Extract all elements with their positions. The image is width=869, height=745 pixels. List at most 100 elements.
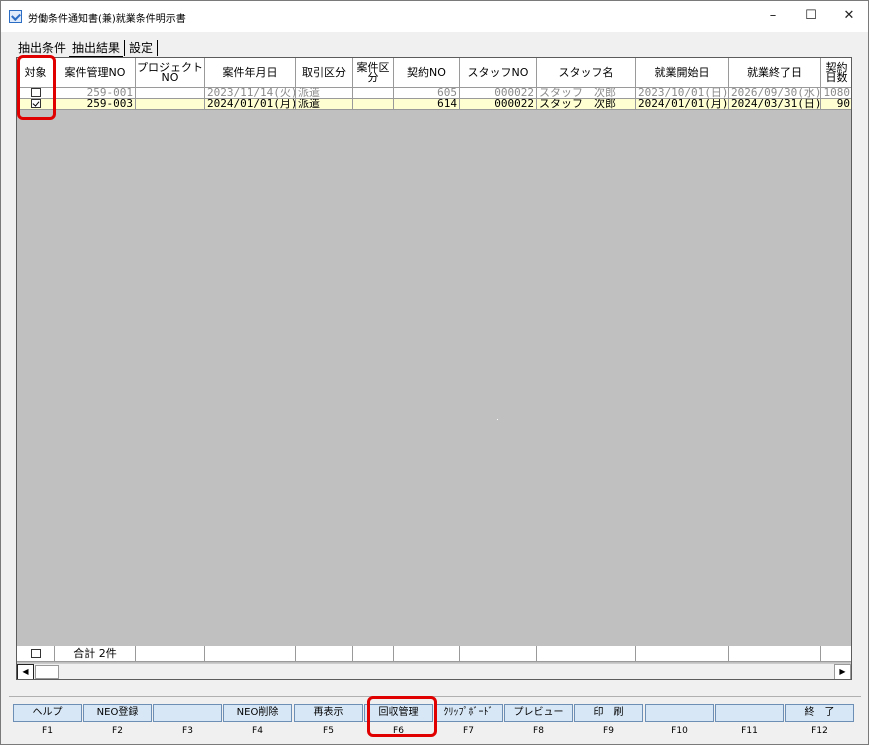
help-button[interactable]: ヘルプ (13, 704, 82, 722)
f10-button[interactable] (645, 704, 714, 722)
fkey-label: F12 (811, 726, 828, 736)
grid-header-row: 対象 案件管理NO プロジェクトNO 案件年月日 取引区分 案件区分 契約NO … (17, 58, 851, 88)
close-button[interactable]: ✕ (829, 1, 869, 31)
column-header-end-date[interactable]: 就業終了日 (729, 58, 821, 88)
footer-cell (205, 646, 296, 662)
fkey-label: F7 (463, 726, 474, 736)
refresh-button[interactable]: 再表示 (294, 704, 363, 722)
title-bar: 労働条件通知書(兼)就業条件明示書 – ☐ ✕ (1, 1, 868, 32)
column-header-contract-no[interactable]: 契約NO (394, 58, 460, 88)
footer-cell (729, 646, 821, 662)
focus-marker (497, 419, 498, 420)
fkey-label: F9 (603, 726, 614, 736)
fkey-f2: NEO登録 F2 (83, 704, 152, 740)
case-type-cell (353, 99, 394, 110)
column-header-case-type[interactable]: 案件区分 (353, 58, 394, 88)
window-title: 労働条件通知書(兼)就業条件明示書 (28, 14, 186, 25)
fkey-label: F11 (741, 726, 758, 736)
trade-type-cell: 派遣 (296, 88, 353, 99)
app-icon (9, 10, 22, 23)
case-no-cell: 259-001 (55, 88, 136, 99)
footer-cell (821, 646, 851, 662)
table-row[interactable]: 259-003 2024/01/01(月) 派遣 614 000022 スタッフ… (17, 99, 851, 110)
fkey-label: F4 (252, 726, 263, 736)
project-no-cell (136, 99, 205, 110)
fkey-label: F5 (323, 726, 334, 736)
fkey-f11: F11 (715, 704, 784, 740)
results-grid[interactable]: 対象 案件管理NO プロジェクトNO 案件年月日 取引区分 案件区分 契約NO … (16, 57, 852, 680)
fkey-label: F10 (671, 726, 688, 736)
tab-divider (157, 40, 159, 56)
case-no-cell: 259-003 (55, 99, 136, 110)
staff-no-cell: 000022 (460, 99, 537, 110)
column-header-case-no[interactable]: 案件管理NO (55, 58, 136, 88)
footer-cell (296, 646, 353, 662)
minimize-button[interactable]: – (753, 1, 793, 31)
fkey-f1: ヘルプ F1 (13, 704, 82, 740)
highlight-target-column (17, 55, 56, 120)
tab-settings[interactable]: 設定 (126, 39, 156, 57)
scroll-thumb[interactable] (35, 665, 59, 679)
fkey-f3: F3 (153, 704, 222, 740)
column-header-staff-name[interactable]: スタッフ名 (537, 58, 636, 88)
maximize-button[interactable]: ☐ (791, 1, 831, 31)
column-header-staff-no[interactable]: スタッフNO (460, 58, 537, 88)
trade-type-cell: 派遣 (296, 99, 353, 110)
footer-cell (636, 646, 729, 662)
staff-name-cell: スタッフ 次郎 (537, 88, 636, 99)
staff-no-cell: 000022 (460, 88, 537, 99)
contract-days-cell: 90 (821, 99, 851, 110)
neo-register-button[interactable]: NEO登録 (83, 704, 152, 722)
fkey-f10: F10 (645, 704, 714, 740)
footer-cell (460, 646, 537, 662)
column-header-start-date[interactable]: 就業開始日 (636, 58, 729, 88)
select-all-cell[interactable] (17, 646, 55, 662)
exit-button[interactable]: 終 了 (785, 704, 854, 722)
staff-name-cell: スタッフ 次郎 (537, 99, 636, 110)
fkey-f8: プレビュー F8 (504, 704, 573, 740)
neo-delete-button[interactable]: NEO削除 (223, 704, 292, 722)
case-type-cell (353, 88, 394, 99)
start-date-cell: 2024/01/01(月) (636, 99, 729, 110)
main-window: 労働条件通知書(兼)就業条件明示書 – ☐ ✕ 抽出条件 抽出結果 設定 対象 … (0, 0, 869, 745)
case-date-cell: 2023/11/14(火) (205, 88, 296, 99)
fkey-label: F8 (533, 726, 544, 736)
footer-cell (394, 646, 460, 662)
start-date-cell: 2023/10/01(日) (636, 88, 729, 99)
select-all-checkbox[interactable] (30, 649, 41, 658)
case-date-cell: 2024/01/01(月) (205, 99, 296, 110)
fkey-label: F1 (42, 726, 53, 736)
preview-button[interactable]: プレビュー (504, 704, 573, 722)
f3-button[interactable] (153, 704, 222, 722)
fkey-f5: 再表示 F5 (294, 704, 363, 740)
scroll-right-icon[interactable]: ▶ (834, 664, 851, 679)
fkey-label: F3 (182, 726, 193, 736)
column-header-trade-type[interactable]: 取引区分 (296, 58, 353, 88)
print-button[interactable]: 印 刷 (574, 704, 643, 722)
contract-no-cell: 605 (394, 88, 460, 99)
clipboard-button[interactable]: ｸﾘｯﾌﾟﾎﾞｰﾄﾞ (434, 704, 503, 722)
highlight-f6-button (367, 696, 437, 737)
column-header-case-date[interactable]: 案件年月日 (205, 58, 296, 88)
fkey-f4: NEO削除 F4 (223, 704, 292, 740)
end-date-cell: 2024/03/31(日) (729, 99, 821, 110)
footer-cell (136, 646, 205, 662)
tab-divider (124, 40, 126, 56)
fkey-f12: 終 了 F12 (785, 704, 854, 740)
footer-cell (353, 646, 394, 662)
total-count-label: 合計 2件 (55, 646, 136, 662)
horizontal-scrollbar[interactable]: ◀ ▶ (17, 663, 851, 679)
fkey-label: F2 (112, 726, 123, 736)
table-row[interactable]: 259-001 2023/11/14(火) 派遣 605 000022 スタッフ… (17, 88, 851, 99)
fkey-f9: 印 刷 F9 (574, 704, 643, 740)
scroll-left-icon[interactable]: ◀ (17, 664, 34, 679)
fkey-f7: ｸﾘｯﾌﾟﾎﾞｰﾄﾞ F7 (434, 704, 503, 740)
contract-days-cell: 1080 (821, 88, 851, 99)
column-header-project-no[interactable]: プロジェクトNO (136, 58, 205, 88)
contract-no-cell: 614 (394, 99, 460, 110)
column-header-contract-days[interactable]: 契約日数 (821, 58, 851, 88)
f11-button[interactable] (715, 704, 784, 722)
tab-extract-results[interactable]: 抽出結果 (69, 39, 124, 57)
grid-footer-row: 合計 2件 (17, 646, 851, 662)
end-date-cell: 2026/09/30(水) (729, 88, 821, 99)
